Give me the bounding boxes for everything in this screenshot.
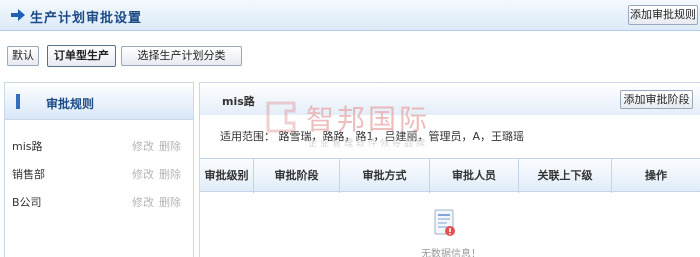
approval-stages-table-header: 审批级别 审批阶段 审批方式 审批人员 关联上下级 操作 [200,158,700,193]
delete-rule-link[interactable]: 删除 [159,138,181,154]
watermark-brand: 智邦国际 [306,103,431,136]
edit-rule-link[interactable]: 修改 [132,138,154,154]
rule-name: mis路 [222,95,255,108]
watermark-logo-icon [266,101,296,133]
column-header: 关联上下级 [519,159,612,193]
empty-document-icon [434,209,455,236]
column-header: 审批阶段 [254,159,340,193]
tab-default[interactable]: 默认 [7,46,39,66]
rule-item[interactable]: B公司 修改 删除 [5,191,193,211]
rule-item[interactable]: mis路 修改 删除 [5,135,193,155]
page-title: 生产计划审批设置 [30,11,143,26]
rule-item[interactable]: 销售部 修改 删除 [5,163,193,183]
rule-item-name[interactable]: mis路 [12,138,43,154]
sidebar-marker [16,94,20,109]
edit-rule-link[interactable]: 修改 [132,194,154,210]
delete-rule-link[interactable]: 删除 [159,194,181,210]
sidebar-header: 审批规则 [5,83,193,120]
sidebar-title: 审批规则 [46,97,95,111]
plan-type-tabs: 默认 订单型生产 选择生产计划分类 [0,40,700,67]
delete-rule-link[interactable]: 删除 [159,166,181,182]
page-header: 生产计划审批设置 添加审批规则 [0,0,700,31]
rule-item-name[interactable]: B公司 [12,194,42,210]
empty-state-text: 无数据信息！ [421,249,481,257]
tab-order-production[interactable]: 订单型生产 [47,45,116,67]
watermark-slogan: 企业管理软件领导品牌 [308,139,429,149]
approval-rules-sidebar: 审批规则 mis路 修改 删除 销售部 修改 删除 B公司 修改 删除 [4,82,194,257]
add-approval-stage-button[interactable]: 添加审批阶段 [620,90,693,109]
select-plan-category-button[interactable]: 选择生产计划分类 [121,46,242,66]
column-header: 审批人员 [430,159,519,193]
column-header: 审批级别 [200,159,254,193]
edit-rule-link[interactable]: 修改 [132,166,154,182]
add-approval-rule-button[interactable]: 添加审批规则 [628,5,698,25]
rule-item-name[interactable]: 销售部 [12,166,45,182]
column-header: 操作 [645,169,667,182]
arrow-right-icon [11,9,25,21]
column-header: 审批方式 [340,159,430,193]
